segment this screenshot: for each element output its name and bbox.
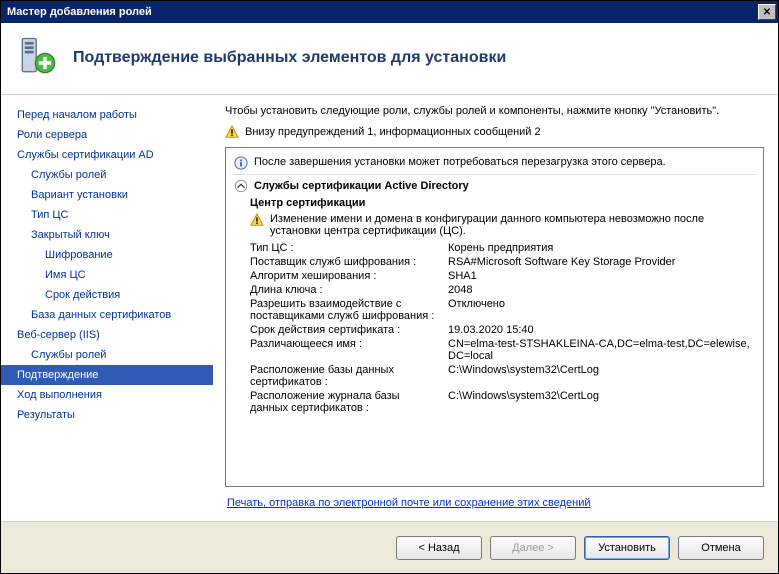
warning-icon	[225, 125, 239, 139]
sidebar-item[interactable]: Перед началом работы	[1, 105, 213, 125]
sidebar-item[interactable]: Службы ролей	[1, 345, 213, 365]
sidebar-item[interactable]: Службы сертификации AD	[1, 145, 213, 165]
sidebar-item[interactable]: Имя ЦС	[1, 265, 213, 285]
wizard-steps-sidebar: Перед началом работыРоли сервераСлужбы с…	[1, 95, 213, 521]
sidebar-item[interactable]: База данных сертификатов	[1, 305, 213, 325]
property-label: Алгоритм хеширования :	[250, 270, 440, 282]
sidebar-item[interactable]: Роли сервера	[1, 125, 213, 145]
sidebar-item[interactable]: Тип ЦС	[1, 205, 213, 225]
sidebar-item[interactable]: Закрытый ключ	[1, 225, 213, 245]
property-value: Отключено	[448, 298, 757, 322]
server-role-icon	[17, 35, 59, 80]
property-label: Расположение базы данных сертификатов :	[250, 364, 440, 388]
details-panel[interactable]: После завершения установки может потребо…	[225, 147, 764, 487]
property-row: Разрешить взаимодействие с поставщиками …	[232, 297, 757, 323]
warning-icon	[250, 213, 264, 227]
property-label: Расположение журнала базы данных сертифи…	[250, 390, 440, 414]
page-title: Подтверждение выбранных элементов для ус…	[73, 49, 506, 67]
property-value: 19.03.2020 15:40	[448, 324, 757, 336]
subsection-title: Центр сертификации	[232, 195, 757, 211]
property-label: Разрешить взаимодействие с поставщиками …	[250, 298, 440, 322]
property-row: Расположение журнала базы данных сертифи…	[232, 389, 757, 415]
property-row: Алгоритм хеширования : SHA1	[232, 269, 757, 283]
property-row: Различающееся имя : CN=elma-test-STSHAKLE…	[232, 337, 757, 363]
info-icon	[234, 156, 248, 170]
sidebar-item[interactable]: Ход выполнения	[1, 385, 213, 405]
wizard-header: Подтверждение выбранных элементов для ус…	[1, 23, 778, 95]
property-value: SHA1	[448, 270, 757, 282]
property-row: Расположение базы данных сертификатов : C…	[232, 363, 757, 389]
export-link[interactable]: Печать, отправка по электронной почте ил…	[227, 497, 591, 509]
sidebar-item[interactable]: Веб-сервер (IIS)	[1, 325, 213, 345]
info-message: После завершения установки может потребо…	[254, 156, 666, 168]
sidebar-item[interactable]: Результаты	[1, 405, 213, 425]
close-icon: ✕	[763, 7, 771, 18]
info-message-row: После завершения установки может потребо…	[232, 152, 757, 175]
back-button[interactable]: < Назад	[396, 536, 482, 560]
close-button[interactable]: ✕	[758, 4, 776, 20]
section-title: Службы сертификации Active Directory	[254, 180, 469, 192]
titlebar[interactable]: Мастер добавления ролей ✕	[1, 1, 778, 23]
collapse-icon[interactable]	[234, 179, 248, 193]
property-value: C:\Windows\system32\CertLog	[448, 364, 757, 388]
sidebar-item[interactable]: Подтверждение	[1, 365, 213, 385]
warning-note: Изменение имени и домена в конфигурации …	[270, 213, 757, 237]
summary-line: Внизу предупреждений 1, информационных с…	[225, 125, 764, 139]
property-label: Срок действия сертификата :	[250, 324, 440, 336]
property-value: Корень предприятия	[448, 242, 757, 254]
sidebar-item[interactable]: Шифрование	[1, 245, 213, 265]
content-area: Чтобы установить следующие роли, службы …	[213, 95, 778, 521]
cancel-button[interactable]: Отмена	[678, 536, 764, 560]
property-row: Поставщик служб шифрования : RSA#Microsof…	[232, 255, 757, 269]
property-value: 2048	[448, 284, 757, 296]
summary-text: Внизу предупреждений 1, информационных с…	[245, 126, 541, 138]
property-value: RSA#Microsoft Software Key Storage Provi…	[448, 256, 757, 268]
property-label: Различающееся имя :	[250, 338, 440, 362]
install-button[interactable]: Установить	[584, 536, 670, 560]
property-value: C:\Windows\system32\CertLog	[448, 390, 757, 414]
property-row: Тип ЦС : Корень предприятия	[232, 241, 757, 255]
sidebar-item[interactable]: Вариант установки	[1, 185, 213, 205]
property-label: Поставщик служб шифрования :	[250, 256, 440, 268]
wizard-window: Мастер добавления ролей ✕ Подтверждение …	[0, 0, 779, 574]
warning-note-row: Изменение имени и домена в конфигурации …	[232, 211, 757, 241]
sidebar-item[interactable]: Срок действия	[1, 285, 213, 305]
property-label: Длина ключа :	[250, 284, 440, 296]
property-row: Срок действия сертификата : 19.03.2020 15…	[232, 323, 757, 337]
property-label: Тип ЦС :	[250, 242, 440, 254]
next-button: Далее >	[490, 536, 576, 560]
export-link-row: Печать, отправка по электронной почте ил…	[225, 487, 764, 513]
property-row: Длина ключа : 2048	[232, 283, 757, 297]
wizard-footer: < Назад Далее > Установить Отмена	[1, 521, 778, 573]
sidebar-item[interactable]: Службы ролей	[1, 165, 213, 185]
intro-text: Чтобы установить следующие роли, службы …	[225, 105, 764, 117]
window-title: Мастер добавления ролей	[7, 6, 152, 18]
property-value: CN=elma-test-STSHAKLEINA-CA,DC=elma-test…	[448, 338, 757, 362]
section-header[interactable]: Службы сертификации Active Directory	[232, 175, 757, 195]
